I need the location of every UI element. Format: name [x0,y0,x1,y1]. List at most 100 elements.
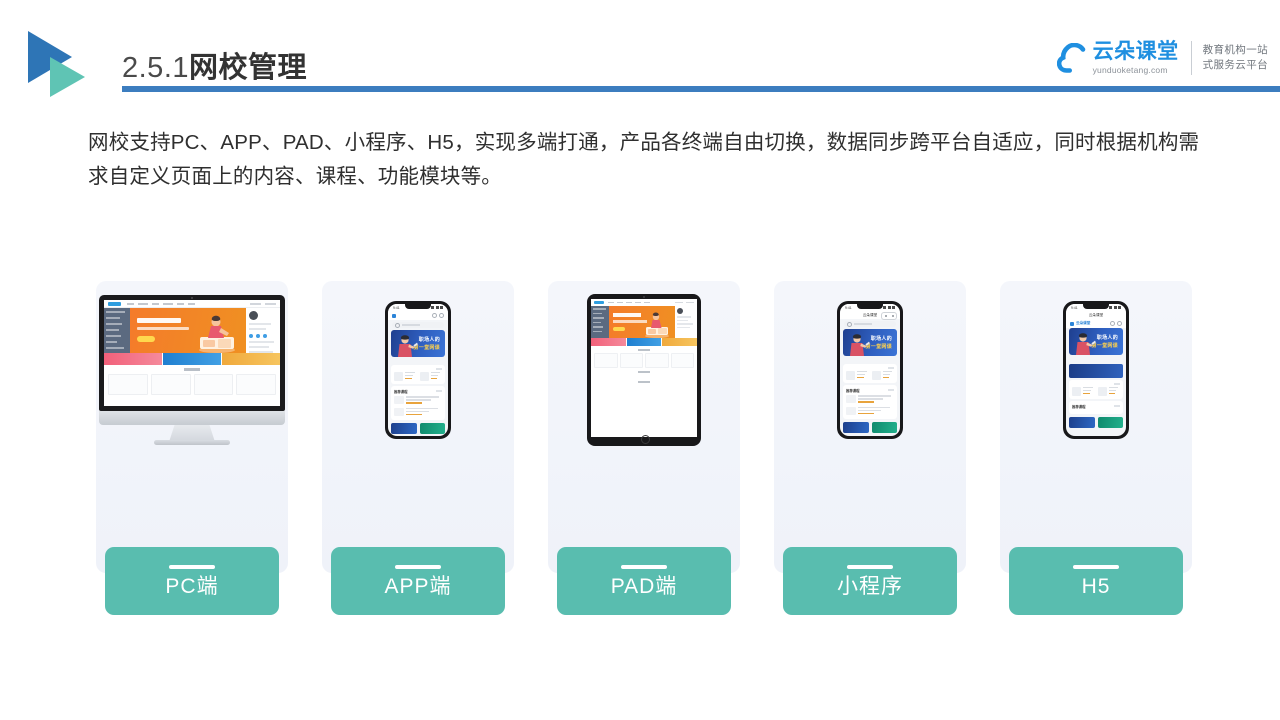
smartphone-icon: 9:41 职场人的 第一堂网课 推荐课程 [385,301,451,439]
monitor-stand-base [154,440,230,445]
preview-nav-actions [250,302,276,305]
h5-bottom-banners [1069,416,1123,428]
device-label-pc[interactable]: PC端 [105,547,279,615]
preview-nav-items [127,302,195,305]
double-triangle-play-icon [28,31,100,99]
h5-section-recommend: 推荐课程 [1069,400,1123,414]
preview-course-card [236,374,276,395]
h5-site-name: 云朵课堂 [1076,321,1091,325]
page-title: 2.5.1网校管理 [122,44,307,86]
h5-device-illustration: 9:41 云朵课堂 云朵课堂 职场人的 第一堂网课 推荐课程 [1000,281,1192,459]
tablet-frame [587,294,701,446]
miniprogram-section-courses [843,364,897,383]
app-bottom-banners [391,422,445,434]
website-preview-pad [591,299,697,437]
app-preview-screen: 9:41 职场人的 第一堂网课 推荐课程 [388,304,448,436]
h5-quick-icons [1066,355,1126,361]
tablet-icon [587,294,701,446]
miniprogram-bottom-banners [843,421,897,433]
section-title-zh: 网校管理 [189,52,308,84]
brand-lockup: 云朵课堂 yunduoketang.com 教育机构一站 式服务云平台 [1056,34,1268,82]
brand-tagline-line2: 式服务云平台 [1202,59,1268,71]
preview-hero-row [591,306,697,338]
miniprogram-device-illustration: 9:41 云朵课堂 职场人的 第一堂网课 推荐课程 [774,281,966,459]
device-card-pc[interactable]: PC端 [96,281,288,615]
preview-logo [108,301,121,306]
preview-sidebar-panel [246,308,280,353]
device-label-text: 小程序 [837,575,903,598]
phone-notch [857,304,883,309]
device-card-pad[interactable]: PAD端 [548,281,740,615]
preview-sidebar-panel [675,306,697,338]
preview-category-sidebar [104,308,130,353]
phone-notch [405,304,431,309]
preview-category-sidebar [591,306,609,338]
preview-course-cards [104,374,280,395]
device-card-h5[interactable]: 9:41 云朵课堂 云朵课堂 职场人的 第一堂网课 推荐课程 H5 [1000,281,1192,615]
preview-hero-row [104,308,280,353]
website-preview-pc [104,300,280,406]
preview-navbar [104,300,280,308]
miniprogram-section-recommend: 推荐课程 [843,384,897,419]
preview-course-card [150,374,191,395]
page-header: 2.5.1网校管理 云朵课堂 yunduoketang.com 教育机构一站 式… [0,0,1280,110]
brand-tagline-line1: 教育机构一站 [1202,43,1268,56]
smartphone-icon: 9:41 云朵课堂 职场人的 第一堂网课 推荐课程 [837,301,903,439]
preview-hero-banner [609,306,675,338]
device-label-text: PC端 [165,575,219,598]
triangle-teal-shape [50,57,85,97]
section-caption: 推荐课程 [1072,404,1086,409]
preview-section-caption-3 [591,378,697,385]
miniprogram-title-bar: 云朵课堂 [840,311,900,320]
label-accent-bar [169,565,215,569]
brand-names: 云朵课堂 yunduoketang.com [1092,39,1179,76]
device-label-app[interactable]: APP端 [331,547,505,615]
smartphone-icon: 9:41 云朵课堂 云朵课堂 职场人的 第一堂网课 推荐课程 [1063,301,1129,439]
webcam-dot [191,297,193,299]
tablet-home-button[interactable] [640,435,650,444]
miniprogram-hero-banner: 职场人的 第一堂网课 [843,329,897,356]
phone-frame: 9:41 云朵课堂 云朵课堂 职场人的 第一堂网课 推荐课程 [1063,301,1129,439]
phone-notch [1083,304,1109,309]
device-label-miniprogram[interactable]: 小程序 [783,547,957,615]
device-label-text: APP端 [384,575,452,598]
brand-tagline: 教育机构一站 式服务云平台 [1203,43,1268,73]
h5-promo-banner [1069,364,1123,378]
miniprogram-preview-screen: 9:41 云朵课堂 职场人的 第一堂网课 推荐课程 [840,304,900,436]
device-card-row: PC端 9:41 职场人的 第一堂网课 推荐课程 APP端 PAD端 9:41 … [96,281,1192,615]
pc-device-illustration [96,281,288,459]
search-placeholder [402,324,420,326]
desktop-monitor-icon [99,295,285,445]
brand-url: yunduoketang.com [1092,65,1168,76]
banner-title-line1: 职场人的 [870,336,892,342]
label-accent-bar [395,565,441,569]
preview-navbar [591,299,697,306]
search-icon [395,322,400,328]
search-input[interactable] [844,321,896,327]
preview-section-caption-2 [591,368,697,375]
preview-course-card [193,374,234,395]
pad-device-illustration [548,281,740,459]
monitor-screen [99,295,285,411]
device-label-pad[interactable]: PAD端 [557,547,731,615]
device-card-app[interactable]: 9:41 职场人的 第一堂网课 推荐课程 APP端 [322,281,514,615]
section-caption: 推荐课程 [394,389,408,394]
miniprogram-quick-icons [840,356,900,362]
search-input[interactable] [392,322,444,328]
device-label-h5[interactable]: H5 [1009,547,1183,615]
banner-title-line1: 职场人的 [1096,335,1118,341]
brand-name-cn: 云朵课堂 [1092,39,1179,63]
h5-hero-banner: 职场人的 第一堂网课 [1069,328,1123,355]
app-quick-icons [388,357,448,363]
miniprogram-capsule-button[interactable] [881,312,897,320]
preview-section-caption [104,365,280,374]
device-label-text: H5 [1081,575,1111,598]
app-device-illustration: 9:41 职场人的 第一堂网课 推荐课程 [322,281,514,459]
search-icon [847,321,852,327]
preview-promo-banners [591,338,697,346]
label-accent-bar [1073,565,1119,569]
miniprogram-title: 云朵课堂 [862,312,878,317]
phone-frame: 9:41 云朵课堂 职场人的 第一堂网课 推荐课程 [837,301,903,439]
device-card-miniprogram[interactable]: 9:41 云朵课堂 职场人的 第一堂网课 推荐课程 小程序 [774,281,966,615]
banner-title-line1: 职场人的 [418,337,440,343]
